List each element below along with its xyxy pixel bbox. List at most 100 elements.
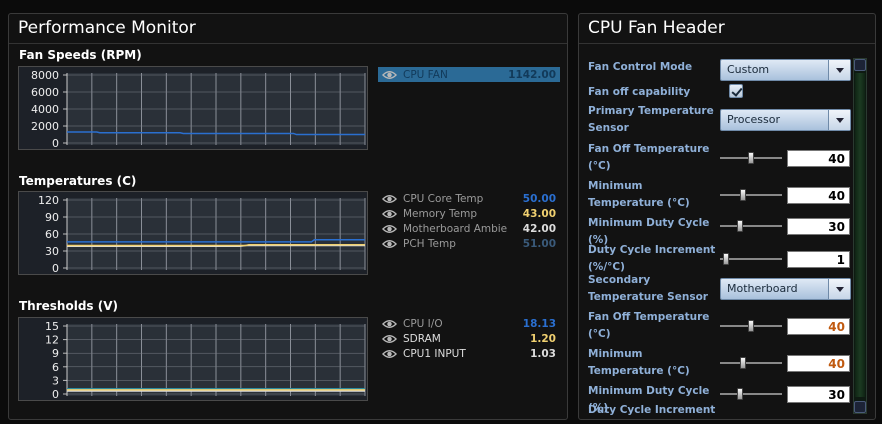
legend-item[interactable]: SDRAM 1.20 xyxy=(378,331,560,346)
slider-thumb[interactable] xyxy=(723,253,729,265)
slider-thumb[interactable] xyxy=(737,220,743,232)
legend-item[interactable]: Memory Temp 43.00 xyxy=(378,206,560,221)
chart-canvas: 15129630 xyxy=(45,320,366,401)
chevron-down-icon[interactable] xyxy=(828,110,850,130)
setting-slider[interactable] xyxy=(720,388,782,400)
setting-slider[interactable] xyxy=(720,189,782,201)
y-tick-label: 60 xyxy=(45,228,59,241)
y-tick-label: 0 xyxy=(52,388,59,401)
y-tick-label: 0 xyxy=(52,137,59,150)
y-tick-label: 0 xyxy=(52,262,59,275)
dropdown-selected-value: Motherboard xyxy=(727,282,798,295)
slider-track[interactable] xyxy=(720,225,782,227)
setting-slider[interactable] xyxy=(720,357,782,369)
scroll-down-button[interactable] xyxy=(854,401,866,413)
chevron-down-icon[interactable] xyxy=(828,279,850,299)
eye-icon[interactable] xyxy=(382,334,397,344)
y-tick-label: 3 xyxy=(52,374,59,387)
slider-track[interactable] xyxy=(720,194,782,196)
dropdown-selected-value: Custom xyxy=(727,63,770,76)
setting-dropdown[interactable]: Custom xyxy=(720,59,851,81)
legend-item-name: PCH Temp xyxy=(403,237,456,250)
cpu-fan-header-panel: CPU Fan Header Fan Control Mode Custom Fan… xyxy=(578,13,876,420)
setting-row: Minimum Duty Cycle (%) 30 xyxy=(588,215,868,246)
slider-track[interactable] xyxy=(720,393,782,395)
setting-row: Fan Off Temperature (°C) 40 xyxy=(588,309,868,343)
setting-row: Fan Off Temperature (°C) 40 xyxy=(588,141,868,175)
y-tick-label: 6000 xyxy=(31,86,59,99)
setting-row: Secondary Temperature Sensor Motherboard xyxy=(588,272,868,306)
setting-value-input[interactable]: 40 xyxy=(787,187,850,204)
legend-item-value: 1.20 xyxy=(530,332,556,345)
setting-row: Primary Temperature Sensor Processor xyxy=(588,103,868,137)
fan-speeds-chart: 8000 6000 4000 2000 0 xyxy=(18,66,368,150)
slider-thumb[interactable] xyxy=(737,388,743,400)
chevron-down-icon[interactable] xyxy=(828,60,850,80)
title-divider xyxy=(579,43,875,44)
thresholds-legend: CPU I/O 18.13 SDRAM 1.20 CPU1 INPUT 1.03 xyxy=(378,316,560,361)
legend-item-value: 18.13 xyxy=(522,317,556,330)
setting-dropdown[interactable]: Processor xyxy=(720,109,851,131)
setting-value-input[interactable]: 40 xyxy=(787,318,850,335)
setting-row: Duty Cycle Increment xyxy=(588,403,868,420)
setting-slider[interactable] xyxy=(720,253,782,265)
setting-value-input[interactable]: 30 xyxy=(787,386,850,403)
thresholds-chart: 15 12 9 6 3 0 xyxy=(18,317,368,401)
settings-scrollbar[interactable] xyxy=(853,58,867,414)
setting-slider[interactable] xyxy=(720,220,782,232)
fan-off-capability-checkbox[interactable] xyxy=(729,84,743,98)
dropdown-selected-value: Processor xyxy=(727,113,780,126)
setting-value-input[interactable]: 40 xyxy=(787,355,850,372)
legend-item[interactable]: PCH Temp 51.00 xyxy=(378,236,560,251)
legend-item-name: SDRAM xyxy=(403,332,441,345)
slider-thumb[interactable] xyxy=(748,152,754,164)
y-tick-label: 4000 xyxy=(31,103,59,116)
slider-thumb[interactable] xyxy=(740,189,746,201)
setting-dropdown[interactable]: Motherboard xyxy=(720,278,851,300)
legend-item[interactable]: Motherboard Ambient 42.00 xyxy=(378,221,560,236)
setting-label: Duty Cycle Increment xyxy=(588,404,716,415)
slider-track[interactable] xyxy=(720,258,782,260)
eye-icon[interactable] xyxy=(382,349,397,359)
eye-icon[interactable] xyxy=(382,209,397,219)
legend-item[interactable]: CPU FAN 1142.00 xyxy=(378,67,560,82)
setting-row: Fan off capability xyxy=(588,84,868,101)
slider-thumb[interactable] xyxy=(748,320,754,332)
eye-icon[interactable] xyxy=(382,194,397,204)
scroll-up-button[interactable] xyxy=(854,59,866,71)
setting-row: Minimum Temperature (°C) 40 xyxy=(588,178,868,212)
legend-item-name: CPU1 INPUT xyxy=(403,347,466,360)
setting-label: Fan off capability xyxy=(588,86,691,98)
eye-icon[interactable] xyxy=(382,239,397,249)
eye-icon[interactable] xyxy=(382,319,397,329)
legend-item[interactable]: CPU Core Temp 50.00 xyxy=(378,191,560,206)
legend-item-value: 51.00 xyxy=(522,237,556,250)
legend-item[interactable]: CPU1 INPUT 1.03 xyxy=(378,346,560,361)
setting-label: Duty Cycle Increment (%/°C) xyxy=(588,244,716,273)
legend-item[interactable]: CPU I/O 18.13 xyxy=(378,316,560,331)
y-tick-label: 15 xyxy=(45,320,59,333)
y-tick-label: 8000 xyxy=(31,69,59,82)
y-tick-label: 120 xyxy=(38,194,59,207)
setting-value-input[interactable]: 1 xyxy=(787,251,850,268)
scrollbar-thumb[interactable] xyxy=(855,73,865,397)
slider-track[interactable] xyxy=(720,362,782,364)
eye-icon[interactable] xyxy=(382,70,397,80)
setting-value-input[interactable]: 30 xyxy=(787,218,850,235)
setting-label: Primary Temperature Sensor xyxy=(588,105,714,134)
slider-thumb[interactable] xyxy=(740,357,746,369)
eye-icon[interactable] xyxy=(382,224,397,234)
setting-row: Minimum Temperature (°C) 40 xyxy=(588,346,868,380)
y-tick-label: 2000 xyxy=(31,120,59,133)
setting-row: Duty Cycle Increment (%/°C) 1 xyxy=(588,242,868,276)
setting-label: Fan Off Temperature (°C) xyxy=(588,143,710,172)
performance-monitor-panel: Performance Monitor Fan Speeds (RPM) 800… xyxy=(8,13,568,420)
temperatures-title: Temperatures (C) xyxy=(19,174,137,188)
legend-item-value: 42.00 xyxy=(522,222,556,235)
legend-item-value: 1142.00 xyxy=(508,68,556,81)
legend-item-name: Memory Temp xyxy=(403,207,478,220)
setting-label: Secondary Temperature Sensor xyxy=(588,274,708,303)
setting-slider[interactable] xyxy=(720,152,782,164)
setting-value-input[interactable]: 40 xyxy=(787,150,850,167)
setting-slider[interactable] xyxy=(720,320,782,332)
